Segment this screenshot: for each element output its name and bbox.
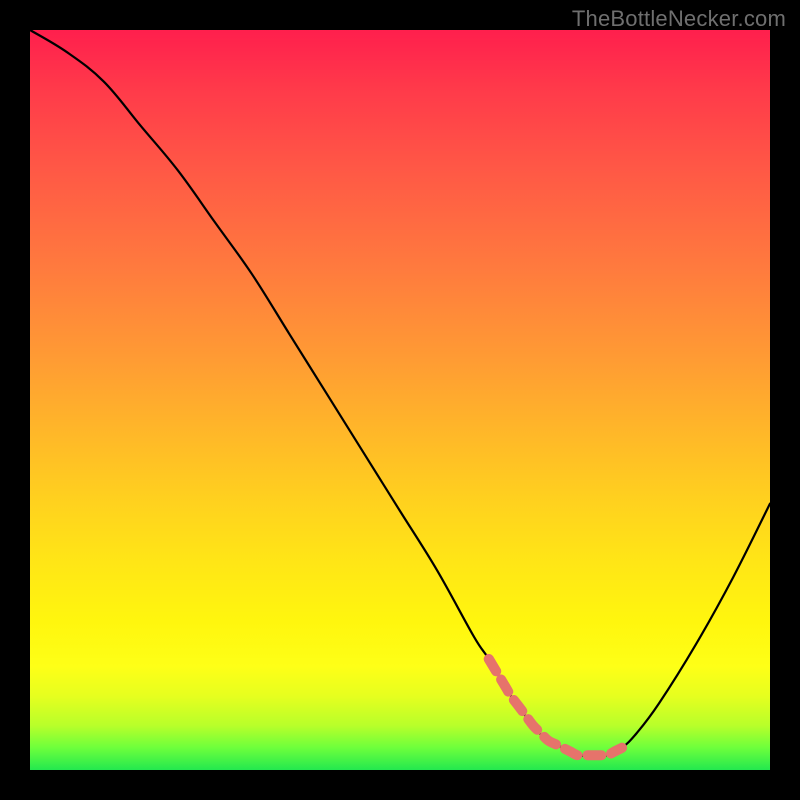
plot-area xyxy=(30,30,770,770)
bottleneck-curve xyxy=(30,30,770,756)
optimal-range-highlight-solid xyxy=(489,659,622,752)
watermark-text: TheBottleNecker.com xyxy=(572,6,786,32)
curve-layer xyxy=(30,30,770,770)
chart-frame: TheBottleNecker.com xyxy=(0,0,800,800)
optimal-range-highlight-dash xyxy=(489,659,622,755)
